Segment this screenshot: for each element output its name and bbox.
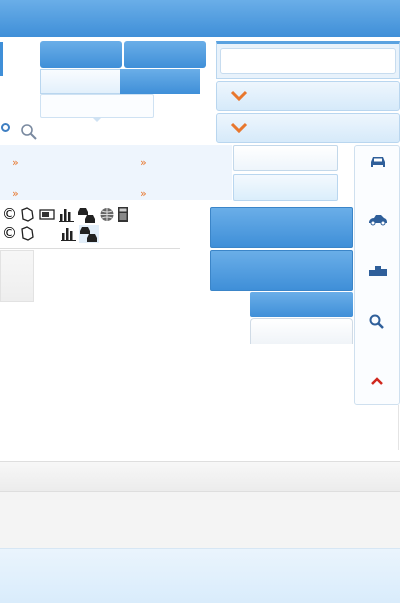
link-4[interactable]: » <box>140 182 147 201</box>
footer-band-1 <box>0 461 400 492</box>
tab-1[interactable] <box>40 41 122 68</box>
tab-4[interactable] <box>120 69 200 94</box>
car-front-icon[interactable] <box>368 154 388 174</box>
field-2[interactable] <box>233 174 338 201</box>
radio-button[interactable] <box>1 123 10 132</box>
link-2[interactable]: » <box>140 151 147 170</box>
primary-button-1[interactable] <box>210 207 353 248</box>
map-icon[interactable] <box>19 225 36 243</box>
bar-chart-icon[interactable] <box>58 206 75 224</box>
copyright-icon[interactable]: © <box>2 206 17 224</box>
photo-icon[interactable] <box>38 206 56 224</box>
caret-up-icon[interactable] <box>370 371 384 390</box>
copyright-icon[interactable]: © <box>2 225 17 243</box>
icon-row-1: © <box>2 206 129 224</box>
dropdown-2[interactable] <box>216 113 400 143</box>
link-3[interactable]: » <box>12 182 19 201</box>
car-side-icon[interactable] <box>368 211 388 230</box>
footer-band-2 <box>0 492 400 548</box>
footer-band-3 <box>0 548 400 603</box>
magnifier-icon[interactable] <box>20 123 38 145</box>
thumbnail-placeholder <box>0 250 34 302</box>
link-1[interactable]: » <box>12 151 19 170</box>
calculator-icon[interactable] <box>117 206 129 224</box>
primary-button-2[interactable] <box>210 250 353 291</box>
tab-2[interactable] <box>124 41 206 68</box>
search-input[interactable] <box>220 48 396 74</box>
tab-3[interactable] <box>40 69 122 94</box>
podium-icon[interactable] <box>368 262 388 281</box>
field-1[interactable] <box>233 145 338 171</box>
dropdown-1[interactable] <box>216 81 400 111</box>
links-panel <box>0 145 232 200</box>
chevron-down-icon <box>229 120 249 140</box>
bar-chart-icon[interactable] <box>60 225 77 243</box>
divider <box>0 248 180 249</box>
header-bar <box>0 0 400 37</box>
globe-icon[interactable] <box>99 206 115 224</box>
map-icon[interactable] <box>19 206 36 224</box>
icon-row-2: © <box>2 225 99 243</box>
popover-caret <box>92 117 102 122</box>
chevron-down-icon <box>229 88 249 108</box>
cars-icon[interactable] <box>77 206 97 224</box>
tab-popover <box>40 94 154 118</box>
left-edge-marker <box>0 42 3 76</box>
right-edge-line <box>398 405 399 450</box>
secondary-button[interactable] <box>250 292 353 317</box>
search-icon[interactable] <box>369 314 385 334</box>
cars-icon[interactable] <box>79 225 99 243</box>
secondary-field[interactable] <box>250 318 353 344</box>
